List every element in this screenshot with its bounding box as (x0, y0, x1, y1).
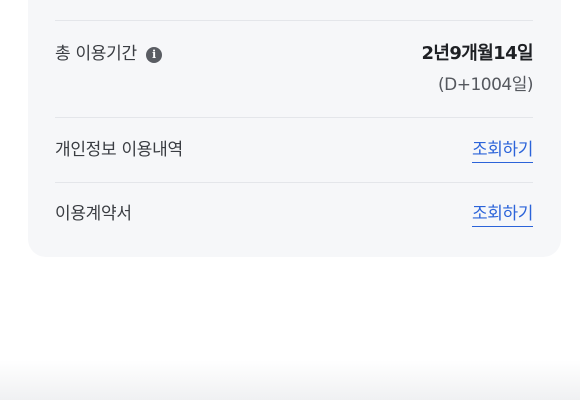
usage-period-label-row: 총 이용기간 i (55, 42, 162, 66)
usage-period-label: 총 이용기간 (55, 44, 137, 64)
privacy-usage-label: 개인정보 이용내역 (55, 140, 183, 160)
contract-view-link[interactable]: 조회하기 (472, 203, 533, 227)
divider-2 (55, 182, 533, 183)
info-icon[interactable]: i (145, 47, 162, 63)
usage-period-dday: (D+1004일) (437, 75, 534, 95)
divider-1 (55, 117, 533, 118)
bottom-bar-shadow (0, 360, 580, 400)
info-card: 총 이용기간 i 2년9개월14일 (D+1004일) 개인정보 이용내역 조회… (28, 0, 561, 257)
top-divider (55, 20, 533, 21)
usage-period-value: 2년9개월14일 (421, 43, 533, 64)
privacy-usage-view-link[interactable]: 조회하기 (472, 139, 533, 163)
contract-label: 이용계약서 (55, 204, 132, 224)
